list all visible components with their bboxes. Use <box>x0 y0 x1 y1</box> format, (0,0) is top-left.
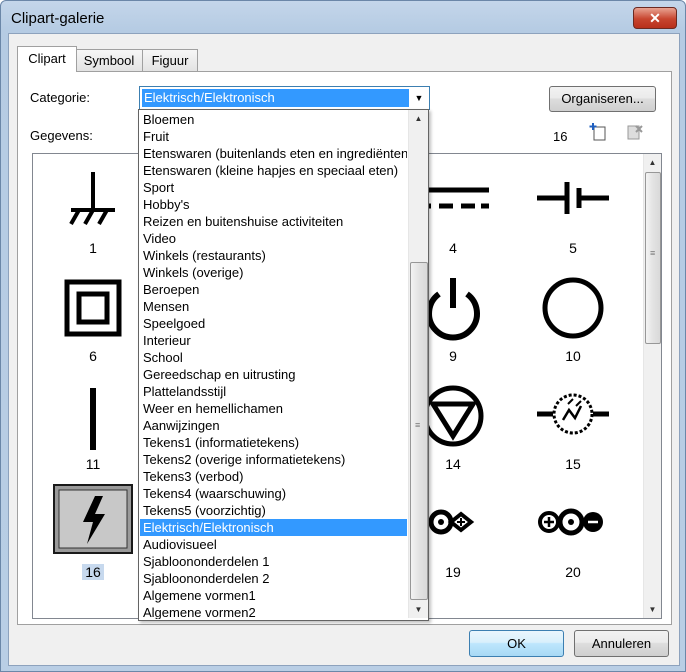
category-option[interactable]: Etenswaren (kleine hapjes en speciaal et… <box>140 162 407 179</box>
clip-number: 5 <box>569 240 577 256</box>
cancel-button[interactable]: Annuleren <box>574 630 669 657</box>
delete-clip-icon[interactable] <box>625 122 645 142</box>
category-option[interactable]: Sport <box>140 179 407 196</box>
category-option[interactable]: Aanwijzingen <box>140 417 407 434</box>
category-option[interactable]: Video <box>140 230 407 247</box>
clip-item[interactable]: 20 <box>523 488 623 596</box>
clip-item[interactable]: 5 <box>523 164 623 272</box>
clip-number: 1 <box>89 240 97 256</box>
category-dropdown-list[interactable]: Bloemen Fruit Etenswaren (buitenlands eten… <box>138 109 429 621</box>
category-label: Categorie: <box>30 90 90 105</box>
clip-number: 16 <box>43 564 143 580</box>
chevron-down-icon[interactable]: ▼ <box>411 89 427 107</box>
circle-icon <box>542 277 604 339</box>
category-option[interactable]: Mensen <box>140 298 407 315</box>
category-option[interactable]: Bloemen <box>140 111 407 128</box>
clip-number: 15 <box>565 456 581 472</box>
category-option[interactable]: Speelgoed <box>140 315 407 332</box>
category-option[interactable]: Sjabloononderdelen 2 <box>140 570 407 587</box>
category-option-selected[interactable]: Elektrisch/Elektronisch <box>140 519 407 536</box>
category-option[interactable]: Fruit <box>140 128 407 145</box>
high-voltage-icon <box>53 484 133 554</box>
category-option[interactable]: Winkels (restaurants) <box>140 247 407 264</box>
double-insulation-icon <box>64 279 122 337</box>
category-select[interactable]: Elektrisch/Elektronisch ▼ <box>139 86 430 110</box>
clip-item[interactable]: 6 <box>43 272 143 380</box>
scroll-thumb[interactable]: ≡ <box>410 262 428 600</box>
grip-icon: ≡ <box>415 420 421 430</box>
category-option[interactable]: Weer en hemellichamen <box>140 400 407 417</box>
category-option[interactable]: Tekens5 (voorzichtig) <box>140 502 407 519</box>
ground-symbol-icon <box>69 172 115 225</box>
category-option[interactable]: Algemene vormen2 <box>140 604 407 619</box>
scroll-down-icon[interactable]: ▼ <box>409 601 428 618</box>
category-option[interactable]: Sjabloononderdelen 1 <box>140 553 407 570</box>
dropdown-scrollbar[interactable]: ▲ ≡ ▼ <box>408 110 428 618</box>
clip-item[interactable]: 10 <box>523 272 623 380</box>
scroll-thumb[interactable]: ≡ <box>645 172 661 344</box>
category-option[interactable]: Plattelandsstijl <box>140 383 407 400</box>
category-option[interactable]: Winkels (overige) <box>140 264 407 281</box>
category-option[interactable]: Algemene vormen1 <box>140 587 407 604</box>
category-option[interactable]: Tekens4 (waarschuwing) <box>140 485 407 502</box>
clip-item[interactable]: 11 <box>43 380 143 488</box>
category-option[interactable]: Etenswaren (buitenlands eten en ingredië… <box>140 145 407 162</box>
gallery-scrollbar[interactable]: ▲ ≡ ▼ <box>643 154 661 618</box>
grip-icon: ≡ <box>650 248 656 258</box>
tab-figuur[interactable]: Figuur <box>142 49 198 71</box>
title-bar[interactable]: Clipart-galerie ✕ <box>1 1 685 35</box>
clip-item-selected[interactable]: 16 <box>43 484 143 596</box>
plus-minus-connector-icon <box>538 508 603 536</box>
ok-button[interactable]: OK <box>469 630 564 657</box>
clip-item[interactable]: 15 <box>523 380 623 488</box>
category-option[interactable]: Tekens3 (verbod) <box>140 468 407 485</box>
capacitor-icon <box>537 182 609 214</box>
clip-number: 11 <box>85 456 101 472</box>
category-option[interactable]: Beroepen <box>140 281 407 298</box>
category-options: Bloemen Fruit Etenswaren (buitenlands eten… <box>140 111 407 619</box>
tab-symbool[interactable]: Symbool <box>75 49 143 71</box>
category-option[interactable]: School <box>140 349 407 366</box>
category-option[interactable]: Reizen en buitenshuise activiteiten <box>140 213 407 230</box>
category-option[interactable]: Hobby's <box>140 196 407 213</box>
category-option[interactable]: Audiovisueel <box>140 536 407 553</box>
organize-button[interactable]: Organiseren... <box>549 86 656 112</box>
category-select-value: Elektrisch/Elektronisch <box>142 89 409 107</box>
clip-number: 10 <box>565 348 581 364</box>
new-clip-icon[interactable] <box>589 122 609 142</box>
clip-number: 20 <box>565 564 581 580</box>
clip-item[interactable]: 1 <box>43 164 143 272</box>
category-option[interactable]: Tekens2 (overige informatietekens) <box>140 451 407 468</box>
clip-count: 16 <box>553 129 568 144</box>
scroll-up-icon[interactable]: ▲ <box>644 154 661 171</box>
vertical-line-icon <box>90 388 96 450</box>
photo-resistor-icon <box>537 393 609 435</box>
window-title: Clipart-galerie <box>11 10 105 27</box>
scroll-down-icon[interactable]: ▼ <box>644 601 661 618</box>
selected-clip-number: 16 <box>82 564 104 580</box>
close-button[interactable]: ✕ <box>633 7 677 29</box>
scroll-up-icon[interactable]: ▲ <box>409 110 428 127</box>
clipart-dialog: Clipart-galerie ✕ Clipart Symbool Figuur… <box>0 0 686 672</box>
tab-clipart[interactable]: Clipart <box>17 46 77 72</box>
category-option[interactable]: Interieur <box>140 332 407 349</box>
category-option[interactable]: Tekens1 (informatietekens) <box>140 434 407 451</box>
clip-number: 6 <box>89 348 97 364</box>
category-option[interactable]: Gereedschap en uitrusting <box>140 366 407 383</box>
data-label: Gegevens: <box>30 128 93 143</box>
dialog-body: Clipart Symbool Figuur Categorie: Elektr… <box>8 33 680 666</box>
